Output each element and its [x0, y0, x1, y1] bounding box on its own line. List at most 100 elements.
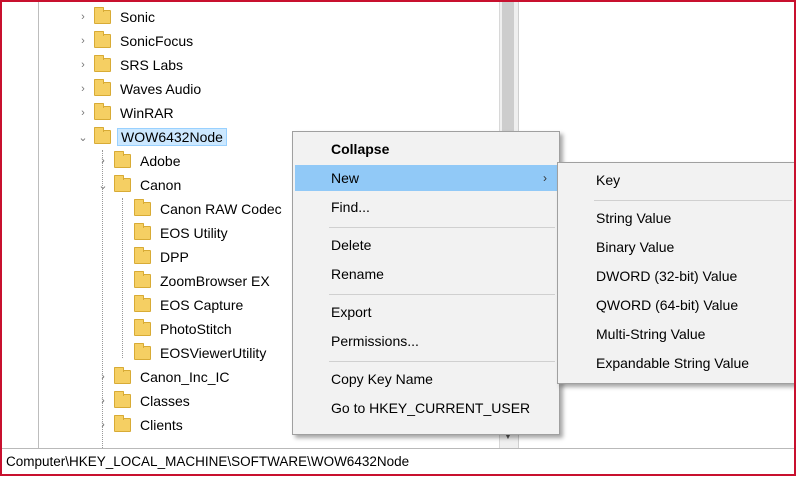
menu-item-key[interactable]: Key: [560, 167, 794, 193]
menu-item-label: Copy Key Name: [331, 371, 433, 387]
tree-item-sonicfocus[interactable]: › SonicFocus: [76, 30, 196, 52]
menu-item-label: Binary Value: [596, 239, 675, 255]
tree-item-clients[interactable]: › Clients: [96, 414, 186, 436]
menu-item-qword-64-bit-value[interactable]: QWORD (64-bit) Value: [560, 292, 794, 318]
tree-item-canon[interactable]: ⌄ Canon: [96, 174, 184, 196]
tree-item-label: DPP: [160, 249, 189, 265]
tree-item-label: EOSViewerUtility: [160, 345, 267, 361]
menu-separator: [329, 361, 555, 362]
folder-icon: [134, 295, 151, 312]
tree-item-adobe[interactable]: › Adobe: [96, 150, 183, 172]
menu-item-label: Expandable String Value: [596, 355, 750, 371]
tree-item-label: EOS Utility: [160, 225, 228, 241]
menu-item-label: Export: [331, 304, 372, 320]
menu-item-label: Rename: [331, 266, 384, 282]
tree-item-label: EOS Capture: [160, 297, 244, 313]
tree-item-photostitch[interactable]: PhotoStitch: [116, 318, 235, 340]
menu-item-label: String Value: [596, 210, 672, 226]
menu-item-label: Key: [596, 172, 621, 188]
menu-item-permissions[interactable]: Permissions...: [295, 328, 557, 354]
tree-item-label: Canon RAW Codec: [160, 201, 282, 217]
tree-item-dpp[interactable]: DPP: [116, 246, 192, 268]
collapse-chevron-icon[interactable]: ⌄: [76, 126, 90, 148]
menu-item-label: QWORD (64-bit) Value: [596, 297, 739, 313]
submenu-arrow-icon: ›: [543, 171, 547, 185]
folder-icon: [114, 175, 131, 192]
menu-item-delete[interactable]: Delete: [295, 232, 557, 258]
tree-item-label: Sonic: [120, 9, 156, 25]
menu-item-collapse[interactable]: Collapse: [295, 136, 557, 162]
tree-item-srs-labs[interactable]: › SRS Labs: [76, 54, 186, 76]
folder-icon: [94, 31, 111, 48]
tree-item-label: WinRAR: [120, 105, 174, 121]
folder-icon: [114, 151, 131, 168]
tree-item-sonic[interactable]: › Sonic: [76, 6, 158, 28]
tree-connector-line: [122, 198, 123, 358]
new-submenu: Key String Value Binary Value DWORD (32-bit…: [557, 162, 794, 384]
folder-icon: [114, 367, 131, 384]
menu-item-multi-string-value[interactable]: Multi-String Value: [560, 321, 794, 347]
tree-item-eos-capture[interactable]: EOS Capture: [116, 294, 246, 316]
tree-item-classes[interactable]: › Classes: [96, 390, 193, 412]
menu-separator: [329, 294, 555, 295]
folder-icon: [134, 319, 151, 336]
expand-chevron-icon[interactable]: ›: [76, 30, 90, 52]
folder-icon: [114, 391, 131, 408]
expand-chevron-icon[interactable]: ›: [96, 390, 110, 412]
status-bar-path: Computer\HKEY_LOCAL_MACHINE\SOFTWARE\WOW…: [2, 448, 794, 474]
menu-item-find[interactable]: Find...: [295, 194, 557, 220]
folder-icon: [94, 55, 111, 72]
expand-chevron-icon[interactable]: ›: [76, 6, 90, 28]
menu-item-expandable-string-value[interactable]: Expandable String Value: [560, 350, 794, 376]
menu-item-rename[interactable]: Rename: [295, 261, 557, 287]
tree-connector-line: [102, 150, 103, 448]
menu-item-label: Find...: [331, 199, 370, 215]
menu-item-label: New: [331, 170, 360, 186]
expand-chevron-icon[interactable]: ›: [76, 102, 90, 124]
folder-icon: [94, 127, 111, 144]
tree-item-label: Classes: [140, 393, 190, 409]
menu-item-label: Collapse: [331, 141, 390, 157]
collapse-chevron-icon[interactable]: ⌄: [96, 174, 110, 196]
tree-item-label: Adobe: [140, 153, 181, 169]
menu-item-string-value[interactable]: String Value: [560, 205, 794, 231]
menu-item-label: Permissions...: [331, 333, 419, 349]
tree-item-canon-inc-ic[interactable]: › Canon_Inc_IC: [96, 366, 233, 388]
tree-item-winrar[interactable]: › WinRAR: [76, 102, 177, 124]
tree-item-wow6432node[interactable]: ⌄ WOW6432Node: [76, 126, 227, 148]
expand-chevron-icon[interactable]: ›: [76, 54, 90, 76]
tree-item-label: SRS Labs: [120, 57, 184, 73]
expand-chevron-icon[interactable]: ›: [96, 150, 110, 172]
menu-separator: [329, 227, 555, 228]
menu-item-go-to-hkey-current-user[interactable]: Go to HKEY_CURRENT_USER: [295, 395, 557, 421]
tree-item-eosviewerutility[interactable]: EOSViewerUtility: [116, 342, 269, 364]
tree-item-label: Clients: [140, 417, 183, 433]
folder-icon: [134, 223, 151, 240]
menu-separator: [594, 200, 792, 201]
menu-item-copy-key-name[interactable]: Copy Key Name: [295, 366, 557, 392]
tree-item-label: Waves Audio: [120, 81, 202, 97]
menu-item-binary-value[interactable]: Binary Value: [560, 234, 794, 260]
expand-chevron-icon[interactable]: ›: [76, 78, 90, 100]
tree-item-canon-raw-codec[interactable]: Canon RAW Codec: [116, 198, 285, 220]
tree-item-zoombrowser-ex[interactable]: ZoomBrowser EX: [116, 270, 273, 292]
expand-chevron-icon[interactable]: ›: [96, 366, 110, 388]
tree-item-label: Canon_Inc_IC: [140, 369, 230, 385]
tree-item-waves-audio[interactable]: › Waves Audio: [76, 78, 204, 100]
menu-item-label: Go to HKEY_CURRENT_USER: [331, 400, 531, 416]
menu-item-dword-32-bit-value[interactable]: DWORD (32-bit) Value: [560, 263, 794, 289]
menu-item-new[interactable]: New ›: [295, 165, 557, 191]
folder-icon: [94, 103, 111, 120]
folder-icon: [134, 247, 151, 264]
folder-icon: [134, 271, 151, 288]
tree-item-eos-utility[interactable]: EOS Utility: [116, 222, 231, 244]
tree-item-label: PhotoStitch: [160, 321, 232, 337]
menu-item-export[interactable]: Export: [295, 299, 557, 325]
tree-item-label: Canon: [140, 177, 182, 193]
expand-chevron-icon[interactable]: ›: [96, 414, 110, 436]
